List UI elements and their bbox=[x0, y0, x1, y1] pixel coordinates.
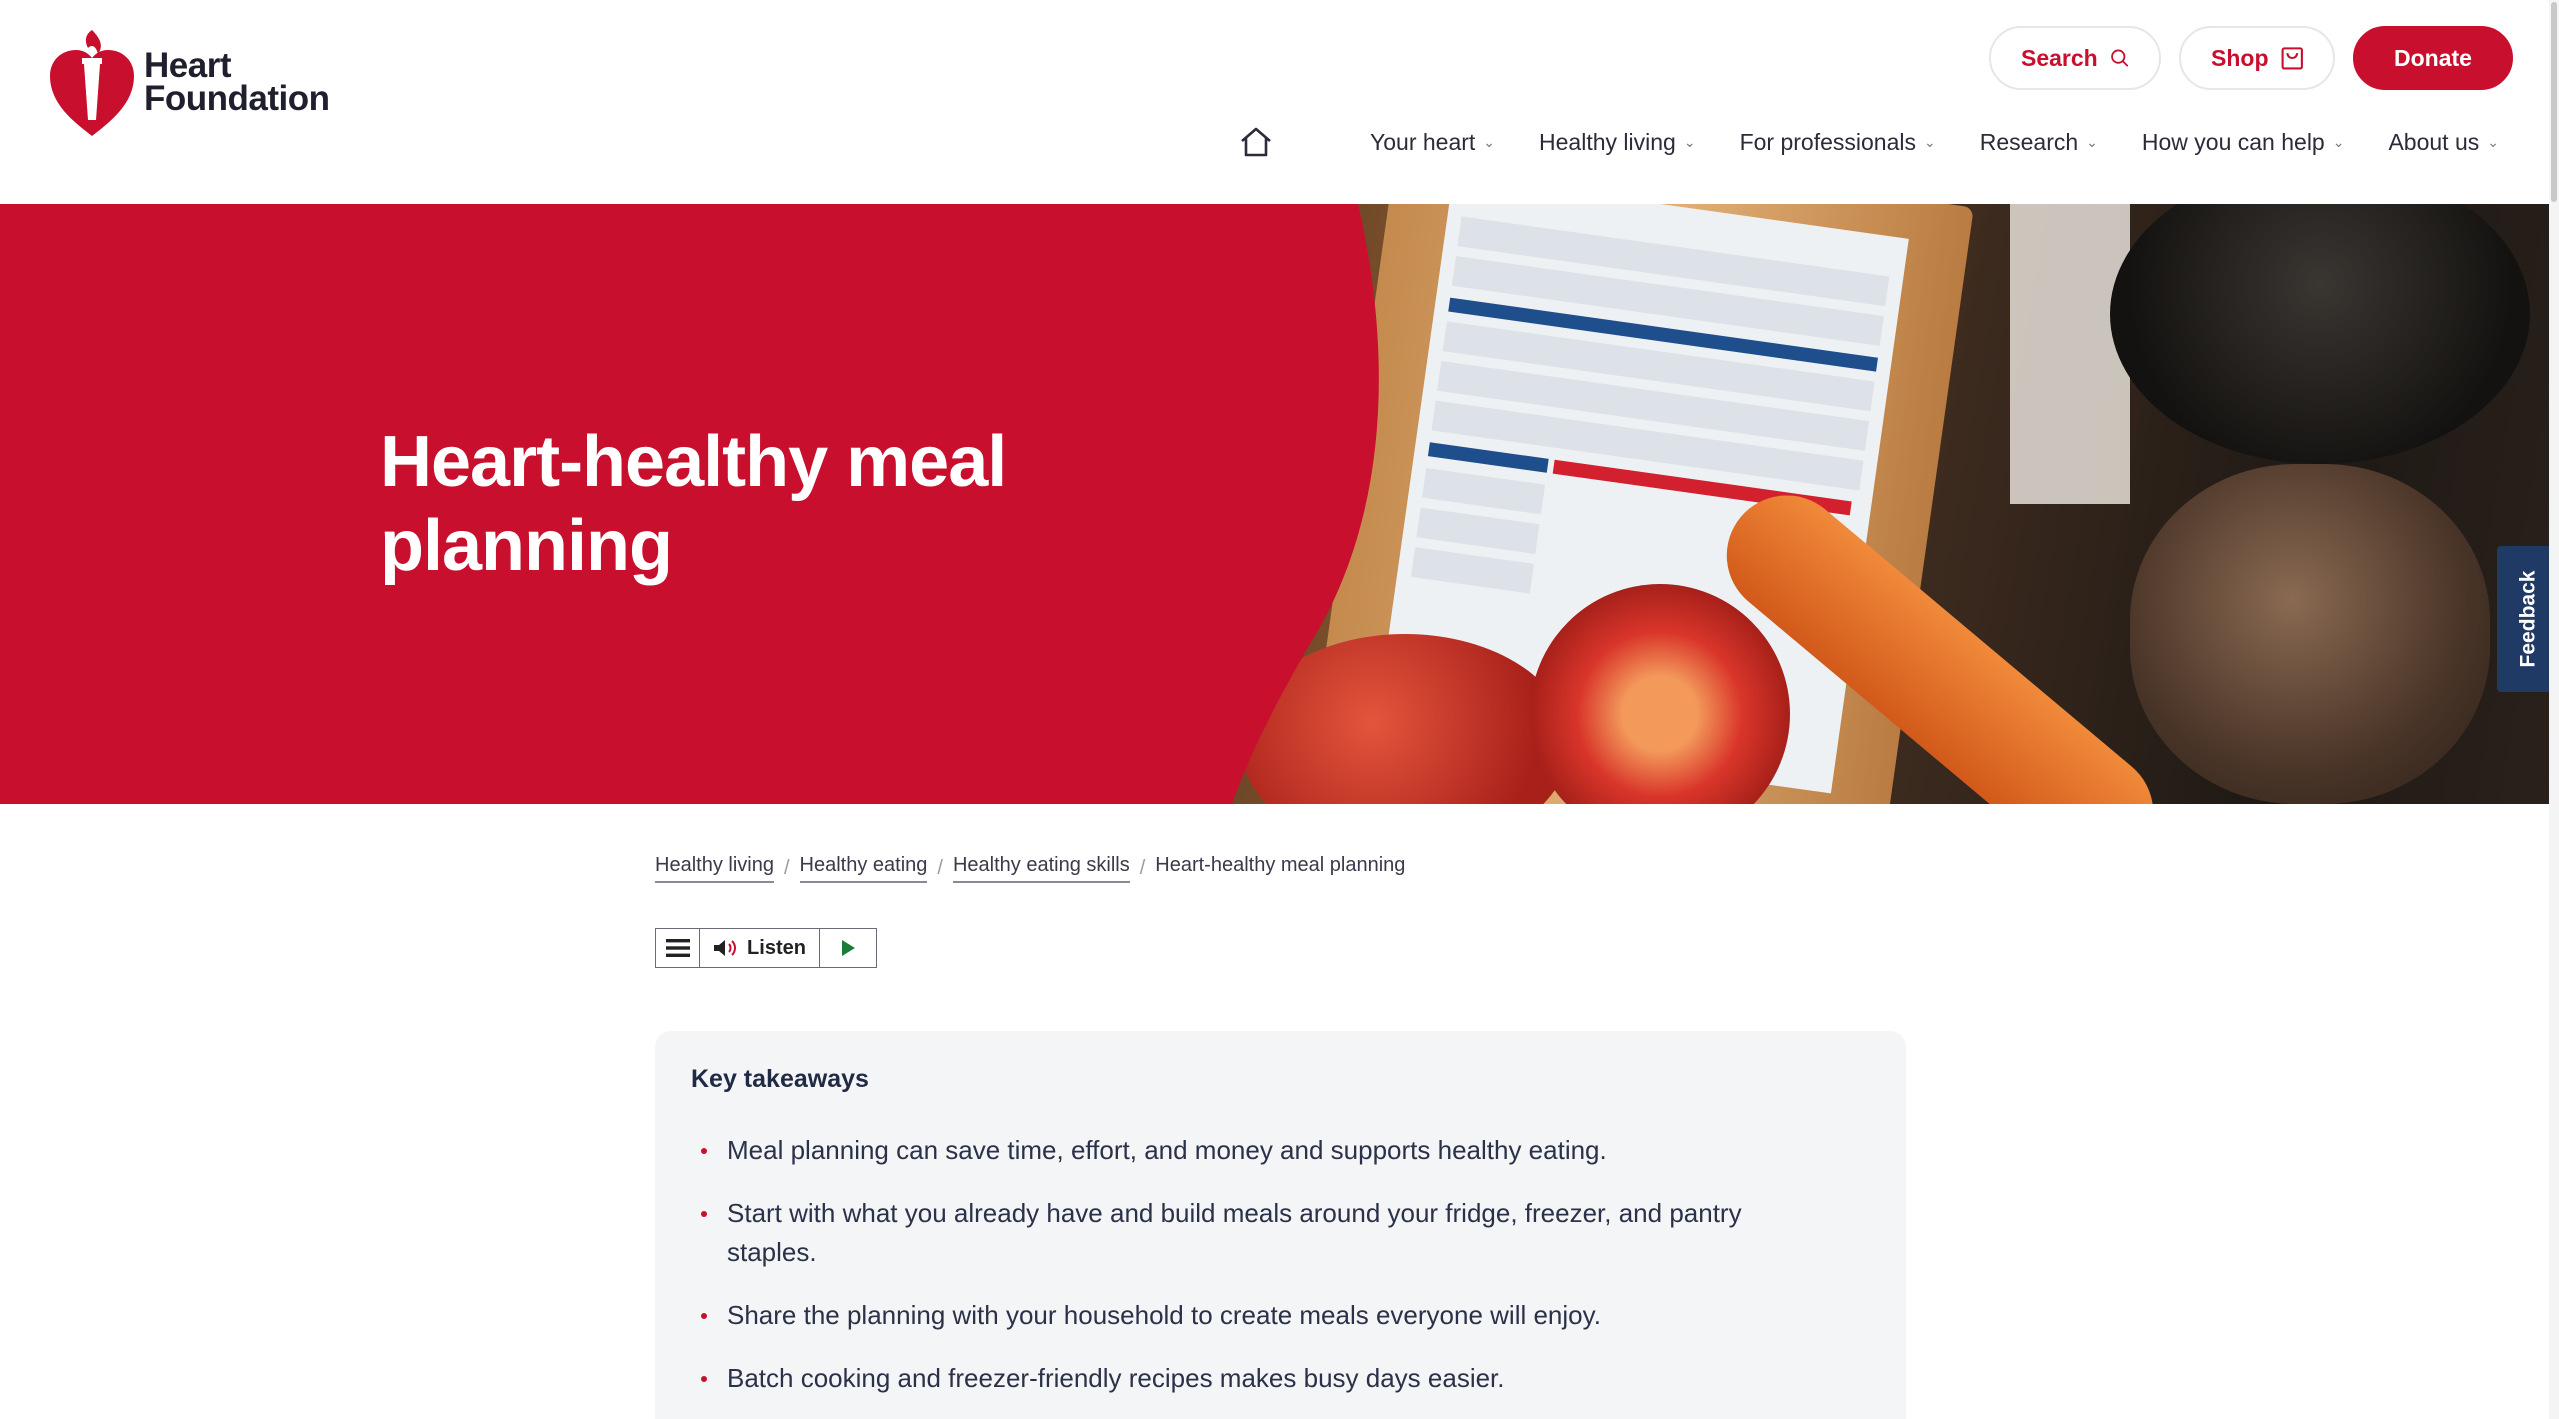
donate-button-label: Donate bbox=[2394, 44, 2472, 71]
breadcrumb-separator: / bbox=[783, 857, 790, 879]
breadcrumb-link-healthy-living[interactable]: Healthy living bbox=[655, 854, 774, 883]
nav-label: About us bbox=[2388, 128, 2480, 155]
home-link[interactable] bbox=[1236, 122, 1276, 162]
hero-banner: Heart-healthy meal planning Feedback bbox=[0, 204, 2559, 804]
breadcrumb: Healthy living / Healthy eating / Health… bbox=[655, 854, 1405, 883]
planner-row bbox=[1422, 467, 1546, 515]
nav-your-heart[interactable]: Your heart ⌄ bbox=[1370, 129, 1495, 156]
page-title: Heart-healthy meal planning bbox=[380, 420, 1140, 588]
page-scrollbar[interactable] bbox=[2549, 0, 2559, 1419]
chevron-down-icon: ⌄ bbox=[2487, 133, 2499, 150]
donate-button[interactable]: Donate bbox=[2353, 26, 2513, 90]
menu-icon bbox=[665, 939, 690, 957]
play-icon bbox=[842, 940, 855, 956]
listen-player: Listen bbox=[655, 928, 877, 968]
chevron-down-icon: ⌄ bbox=[2332, 133, 2345, 150]
player-menu-button[interactable] bbox=[656, 929, 700, 967]
breadcrumb-separator: / bbox=[937, 857, 943, 879]
nav-how-you-can-help[interactable]: How you can help ⌄ bbox=[2142, 129, 2345, 156]
nav-label: How you can help bbox=[2141, 128, 2325, 155]
listen-button[interactable]: Listen bbox=[700, 929, 820, 967]
shop-button[interactable]: Shop bbox=[2179, 26, 2335, 90]
breadcrumb-link-healthy-eating-skills[interactable]: Healthy eating skills bbox=[952, 854, 1130, 883]
site-header: Heart Foundation Search Shop Donate Your… bbox=[0, 0, 2559, 204]
hero-image-mortar bbox=[2110, 204, 2530, 464]
key-takeaways-heading: Key takeaways bbox=[691, 1065, 869, 1093]
search-icon bbox=[2110, 49, 2128, 67]
home-icon bbox=[1241, 127, 1271, 157]
chevron-down-icon: ⌄ bbox=[1483, 133, 1496, 150]
play-button[interactable] bbox=[820, 929, 876, 967]
shopping-bag-icon bbox=[2281, 47, 2303, 70]
nav-label: Your heart bbox=[1370, 128, 1476, 155]
breadcrumb-link-healthy-eating[interactable]: Healthy eating bbox=[799, 854, 928, 883]
nav-label: For professionals bbox=[1739, 128, 1916, 155]
hero-image-clay-pot bbox=[2130, 464, 2490, 804]
chevron-down-icon: ⌄ bbox=[1923, 133, 1936, 150]
nav-research[interactable]: Research ⌄ bbox=[1980, 129, 2098, 156]
list-item: Meal planning can save time, effort, and… bbox=[701, 1131, 1821, 1170]
planner-day-band bbox=[1427, 442, 1549, 473]
logo-line-1: Heart bbox=[144, 46, 231, 85]
logo-wordmark: Heart Foundation bbox=[144, 46, 330, 118]
logo-line-2: Foundation bbox=[144, 79, 330, 118]
search-button[interactable]: Search bbox=[1989, 26, 2161, 90]
listen-label: Listen bbox=[747, 936, 806, 959]
nav-about-us[interactable]: About us ⌄ bbox=[2388, 129, 2499, 156]
key-takeaways-panel: Key takeaways Meal planning can save tim… bbox=[655, 1031, 1906, 1419]
list-item: Batch cooking and freezer-friendly recip… bbox=[701, 1359, 1821, 1398]
shop-button-label: Shop bbox=[2211, 44, 2269, 71]
nav-for-professionals[interactable]: For professionals ⌄ bbox=[1740, 129, 1936, 156]
list-item: Share the planning with your household t… bbox=[701, 1296, 1821, 1335]
chevron-down-icon: ⌄ bbox=[2086, 133, 2098, 150]
main-navigation: Your heart ⌄ Healthy living ⌄ For professi… bbox=[1236, 122, 2499, 162]
planner-row bbox=[1416, 507, 1540, 554]
scrollbar-thumb[interactable] bbox=[2551, 2, 2557, 202]
nav-label: Research bbox=[1979, 128, 2079, 155]
planner-row bbox=[1410, 547, 1534, 594]
page-title-line-1: Heart-healthy meal bbox=[380, 422, 1007, 502]
list-item: Start with what you already have and bui… bbox=[701, 1194, 1821, 1272]
key-takeaways-list: Meal planning can save time, effort, and… bbox=[701, 1131, 1821, 1419]
heart-foundation-logo[interactable]: Heart Foundation bbox=[44, 24, 330, 140]
heart-torch-logo-icon bbox=[50, 30, 134, 136]
page: Heart Foundation Search Shop Donate Your… bbox=[0, 0, 2559, 1419]
search-button-label: Search bbox=[2021, 44, 2098, 71]
nav-healthy-living[interactable]: Healthy living ⌄ bbox=[1539, 129, 1696, 156]
speaker-icon bbox=[714, 940, 737, 956]
hero-image-wall bbox=[2010, 204, 2130, 504]
feedback-label: Feedback bbox=[2516, 570, 2540, 668]
breadcrumb-separator: / bbox=[1139, 857, 1146, 879]
utility-actions: Search Shop Donate bbox=[1989, 26, 2513, 90]
nav-label: Healthy living bbox=[1539, 128, 1676, 155]
breadcrumb-current: Heart-healthy meal planning bbox=[1155, 854, 1406, 876]
chevron-down-icon: ⌄ bbox=[1683, 133, 1696, 150]
page-title-line-2: planning bbox=[380, 506, 673, 586]
